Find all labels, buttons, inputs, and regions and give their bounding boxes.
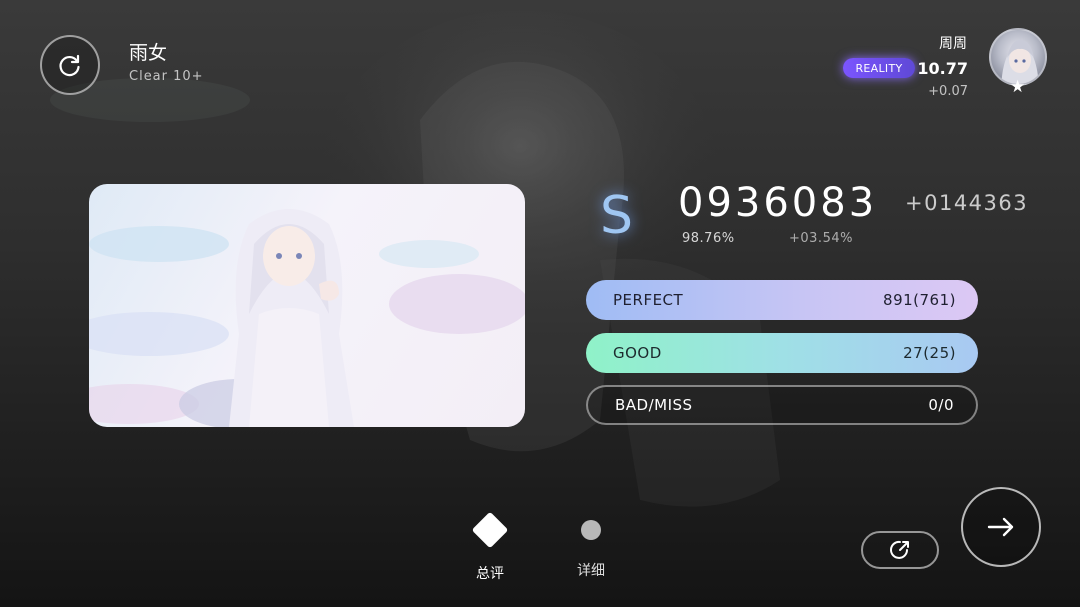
dot-icon [581,520,601,540]
reality-badge: REALITY [843,58,915,78]
retry-icon [59,54,80,77]
good-count: 27(25) [903,344,956,362]
song-difficulty: Clear 10+ [129,69,204,84]
share-icon [890,540,909,559]
player-name: 周周 [939,36,967,52]
perfect-bar: PERFECT 891(761) [586,280,978,320]
tab-summary[interactable]: 总评 [460,510,520,583]
ranking-score-delta: +0.07 [928,84,968,99]
accuracy: 98.76% [682,231,735,246]
good-label: GOOD [613,344,662,362]
perfect-count: 891(761) [883,291,956,309]
ranking-score: 10.77 [917,59,968,78]
tab-summary-label: 总评 [476,566,504,582]
illustration-image [89,209,525,427]
retry-button[interactable] [40,35,100,95]
arrow-right-icon [987,517,1014,537]
song-illustration [89,184,525,427]
share-button[interactable] [861,531,939,569]
score-delta: +0144363 [905,191,1029,215]
star-icon: ★ [1010,77,1026,97]
bad-miss-count: 0/0 [928,396,954,414]
bad-miss-bar: BAD/MISS 0/0 [586,385,978,425]
tab-detail[interactable]: 详细 [561,510,621,580]
next-button[interactable] [961,487,1041,567]
perfect-label: PERFECT [613,291,684,309]
grade-letter: S [600,186,634,246]
good-bar: GOOD 27(25) [586,333,978,373]
score: 0936083 [678,180,878,226]
tab-detail-label: 详细 [577,563,605,579]
accuracy-delta: +03.54% [789,231,853,246]
diamond-icon [471,511,509,549]
bad-miss-label: BAD/MISS [615,396,693,414]
song-title: 雨女 [129,42,168,64]
